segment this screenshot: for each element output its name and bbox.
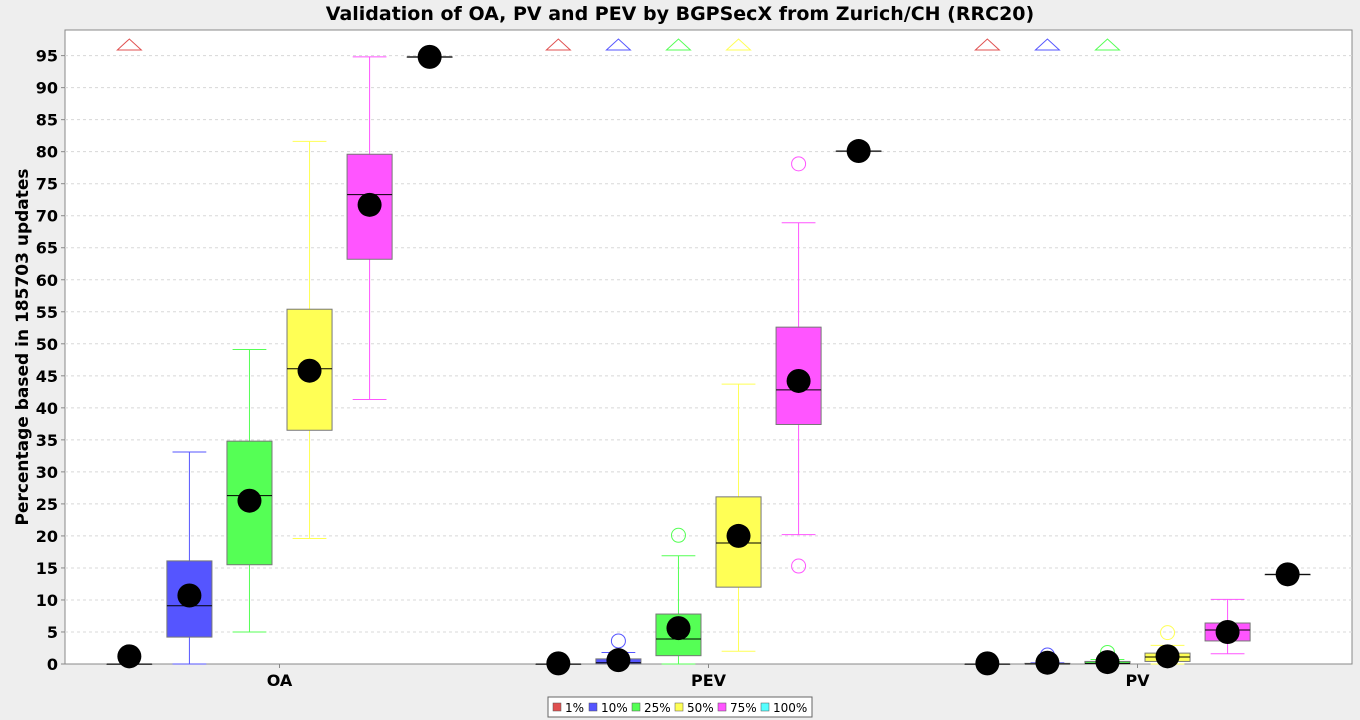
y-tick-label: 50 (36, 335, 58, 354)
mean-point (726, 523, 751, 548)
y-tick-label: 35 (36, 431, 58, 450)
legend-label: 25% (644, 701, 671, 715)
x-tick-label: OA (267, 671, 293, 690)
mean-point (666, 616, 691, 641)
legend-swatch (674, 702, 684, 712)
mean-point (1155, 644, 1180, 669)
y-tick-label: 90 (36, 79, 58, 98)
legend-swatch (717, 702, 727, 712)
mean-point (357, 192, 382, 217)
y-tick-label: 60 (36, 271, 58, 290)
chart-title: Validation of OA, PV and PEV by BGPSecX … (326, 3, 1034, 25)
y-tick-label: 25 (36, 495, 58, 514)
y-tick-label: 30 (36, 463, 58, 482)
legend-label: 100% (773, 701, 807, 715)
mean-point (975, 651, 1000, 676)
legend-label: 75% (730, 701, 757, 715)
mean-point (417, 44, 442, 69)
legend: 1% 10% 25% 50% 75% 100% (547, 696, 813, 718)
legend-label: 10% (601, 701, 628, 715)
mean-point (297, 358, 322, 383)
y-axis-label: Percentage based in 185703 updates (13, 168, 33, 525)
box-plot-chart: Validation of OA, PV and PEV by BGPSecX … (13, 3, 1353, 718)
mean-point (237, 488, 262, 513)
y-tick-label: 20 (36, 527, 58, 546)
y-tick-label: 75 (36, 175, 58, 194)
plot-area (64, 29, 1353, 665)
y-tick-label: 55 (36, 303, 58, 322)
y-tick-label: 85 (36, 111, 58, 130)
legend-swatch (552, 702, 562, 712)
mean-point (1035, 650, 1060, 675)
x-tick-label: PV (1125, 671, 1150, 690)
mean-point (177, 583, 202, 608)
y-tick-label: 40 (36, 399, 58, 418)
y-tick-label: 10 (36, 591, 58, 610)
y-tick-label: 0 (47, 655, 58, 674)
y-tick-label: 95 (36, 47, 58, 66)
mean-point (846, 139, 871, 164)
chart-container: Validation of OA, PV and PEV by BGPSecX … (0, 0, 1360, 720)
y-tick-label: 15 (36, 559, 58, 578)
y-tick-label: 45 (36, 367, 58, 386)
y-tick-label: 5 (47, 623, 58, 642)
mean-point (786, 368, 811, 393)
y-tick-label: 80 (36, 143, 58, 162)
mean-point (117, 644, 142, 669)
legend-swatch (631, 702, 641, 712)
legend-swatch (588, 702, 598, 712)
mean-point (1275, 562, 1300, 587)
x-tick-label: PEV (691, 671, 727, 690)
mean-point (606, 648, 631, 673)
y-tick-label: 70 (36, 207, 58, 226)
legend-label: 50% (687, 701, 714, 715)
mean-point (1095, 650, 1120, 675)
legend-label: 1% (565, 701, 584, 715)
y-tick-label: 65 (36, 239, 58, 258)
mean-point (1215, 619, 1240, 644)
mean-point (546, 651, 571, 676)
legend-swatch (760, 702, 770, 712)
